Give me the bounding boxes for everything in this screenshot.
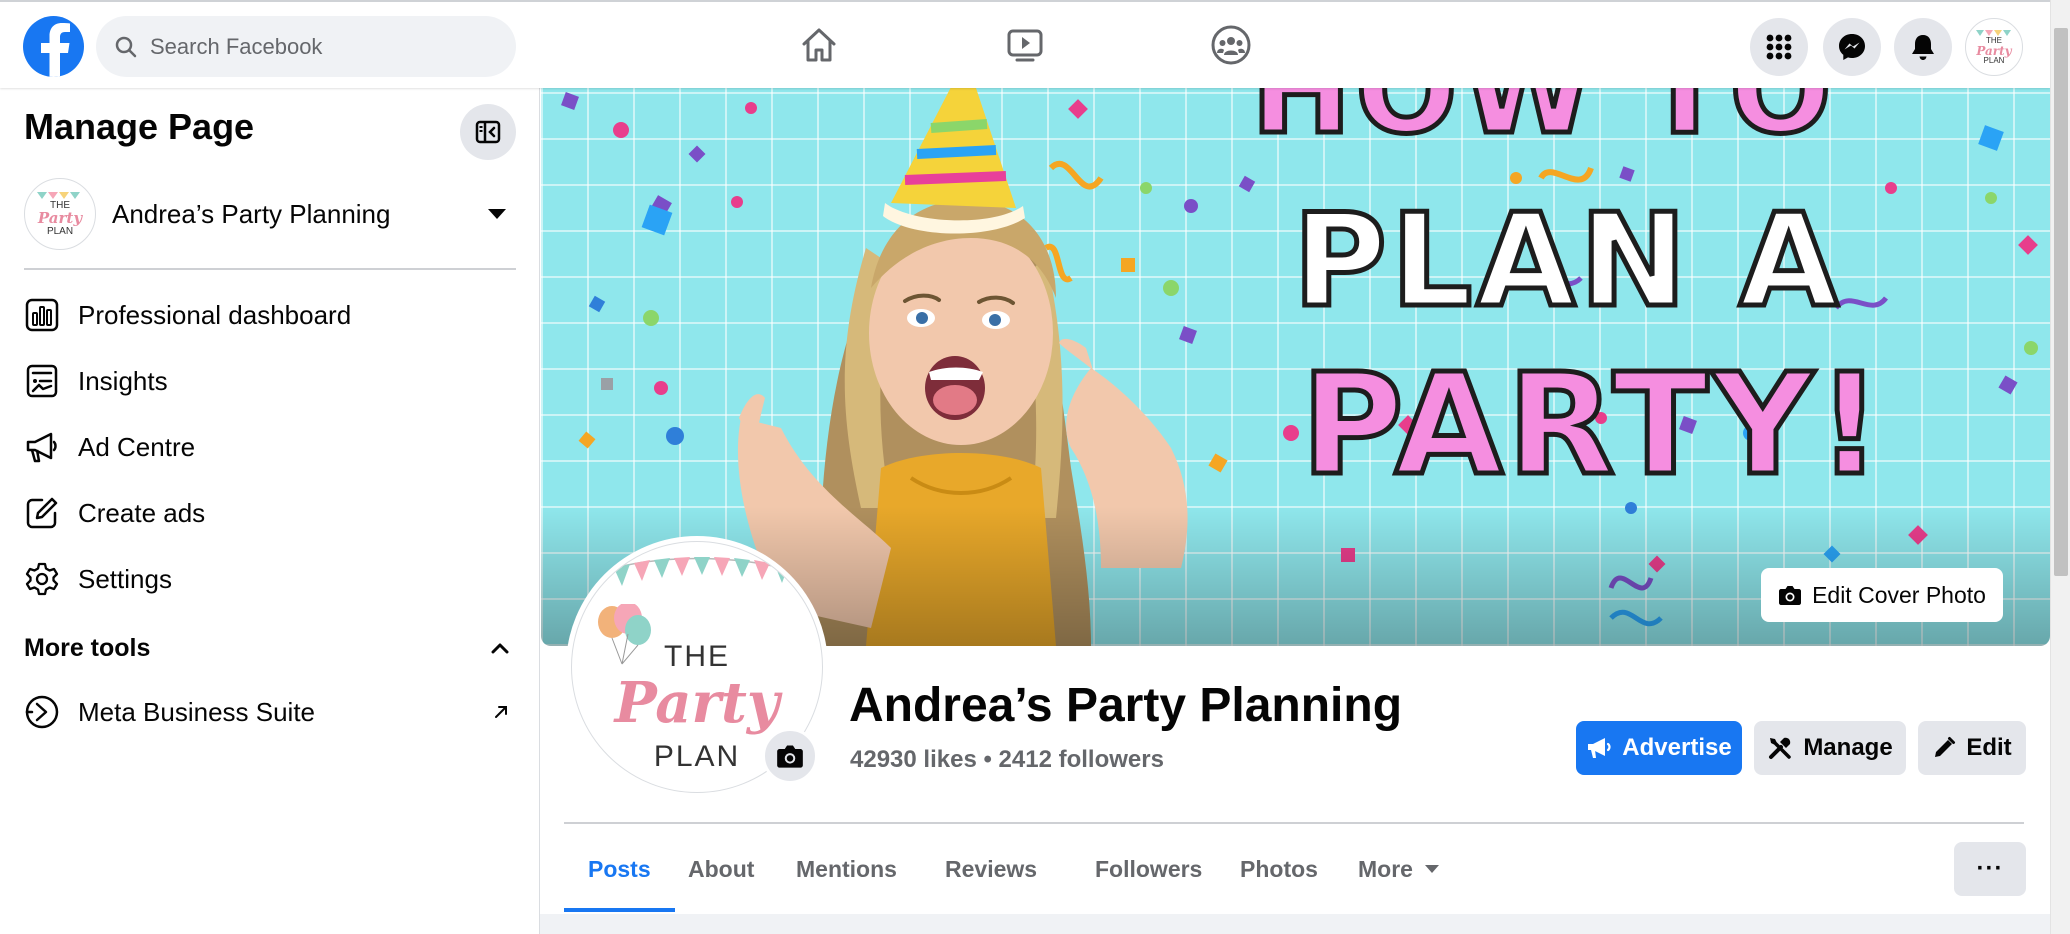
bunting-icon — [37, 192, 80, 199]
page-likes-followers: 42930 likes • 2412 followers — [850, 746, 1164, 773]
tab-followers[interactable]: Followers — [1071, 826, 1226, 912]
sidebar-item-label: Professional dashboard — [78, 299, 352, 330]
page-avatar: THE Party PLAN — [24, 178, 96, 250]
dropdown-caret-icon — [488, 209, 506, 219]
sidebar-title: Manage Page — [24, 106, 255, 147]
tab-label: Posts — [588, 855, 651, 882]
sidebar-item-insights[interactable]: Insights — [24, 353, 516, 409]
edit-button[interactable]: Edit — [1918, 721, 2026, 775]
messenger-button[interactable] — [1823, 18, 1881, 76]
search-input[interactable] — [150, 33, 480, 60]
sidebar-item-meta-business-suite[interactable]: Meta Business Suite — [24, 684, 516, 740]
home-icon — [802, 28, 836, 62]
profile-logo-the: THE — [664, 640, 730, 673]
page-title: Andrea’s Party Planning — [849, 679, 1403, 732]
sidebar-item-professional-dashboard[interactable]: Professional dashboard — [24, 287, 516, 343]
sidebar-item-label: Settings — [78, 563, 172, 594]
more-options-button[interactable]: ··· — [1954, 842, 2026, 896]
page-switcher[interactable]: THE Party PLAN Andrea’s Party Planning — [24, 172, 516, 256]
tab-label: Followers — [1095, 855, 1203, 882]
megaphone-icon — [1588, 738, 1611, 758]
sidebar-item-label: Insights — [78, 365, 168, 396]
menu-button[interactable] — [1750, 18, 1808, 76]
facebook-logo[interactable] — [23, 16, 84, 77]
dashboard-icon — [24, 297, 60, 333]
page-header-card: HOW TO PLAN A PARTY! Edit Cover Photo TH… — [540, 88, 2050, 914]
create-ads-icon — [24, 495, 60, 531]
edit-cover-photo-button[interactable]: Edit Cover Photo — [1761, 568, 2003, 622]
tools-icon — [1769, 737, 1792, 759]
more-options-label: ··· — [1976, 855, 2004, 882]
bunting-icon — [601, 557, 795, 586]
sidebar-item-settings[interactable]: Settings — [24, 551, 516, 607]
gear-icon — [24, 561, 60, 597]
more-tools-label: More tools — [24, 633, 151, 662]
meta-business-suite-icon — [24, 694, 60, 730]
cover-headline-line1: HOW TO — [1248, 88, 1836, 161]
page-switcher-name: Andrea’s Party Planning — [112, 198, 391, 229]
manage-page-sidebar: Manage Page THE Party PLAN Andrea’s Part… — [0, 88, 540, 934]
manage-button[interactable]: Manage — [1754, 721, 1906, 775]
advertise-button[interactable]: Advertise — [1576, 721, 1742, 775]
collapse-sidebar-button[interactable] — [460, 104, 516, 160]
avatar-text-plan: PLAN — [1983, 56, 2005, 65]
notifications-button[interactable] — [1894, 18, 1952, 76]
avatar-text-party: Party — [37, 209, 83, 227]
tab-label: More — [1358, 855, 1413, 882]
tab-photos[interactable]: Photos — [1216, 826, 1342, 912]
sidebar-divider — [24, 268, 516, 270]
avatar-text-plan: PLAN — [46, 226, 74, 237]
external-link-icon — [495, 706, 507, 718]
edit-cover-photo-label: Edit Cover Photo — [1812, 581, 1986, 608]
manage-label: Manage — [1803, 734, 1893, 761]
tab-about[interactable]: About — [664, 826, 778, 912]
cover-headline-line2: PLAN A — [1290, 187, 1843, 336]
profile-logo-party: Party — [614, 670, 780, 736]
megaphone-icon — [24, 429, 60, 465]
tabs-divider — [564, 822, 2024, 824]
pencil-icon — [1935, 737, 1956, 757]
groups-nav-button[interactable] — [1208, 22, 1254, 68]
chevron-up-icon — [491, 643, 509, 654]
tab-label: Reviews — [945, 855, 1038, 882]
messenger-icon — [1839, 34, 1865, 60]
video-icon — [1007, 29, 1043, 62]
search-bar[interactable] — [96, 16, 516, 77]
camera-icon — [1779, 586, 1802, 605]
watch-nav-button[interactable] — [1002, 22, 1048, 68]
page-scrollbar[interactable] — [2050, 0, 2070, 934]
tab-mentions[interactable]: Mentions — [772, 826, 921, 912]
tab-label: Mentions — [796, 855, 897, 882]
home-nav-button[interactable] — [796, 22, 842, 68]
profile-avatar[interactable]: THE Party PLAN — [1965, 18, 2023, 76]
tab-reviews[interactable]: Reviews — [921, 826, 1061, 912]
advertise-label: Advertise — [1622, 734, 1732, 761]
more-tools-header[interactable]: More tools — [24, 626, 516, 670]
camera-icon — [777, 745, 803, 768]
menu-grid-icon — [1766, 34, 1792, 60]
tab-label: Photos — [1240, 855, 1318, 882]
search-icon — [115, 36, 137, 57]
notifications-icon — [1912, 35, 1934, 60]
sidebar-item-label: Meta Business Suite — [78, 696, 316, 727]
cover-headline-line3: PARTY! — [1298, 344, 1886, 507]
tab-label: About — [688, 855, 755, 882]
tab-more[interactable]: More — [1334, 826, 1463, 912]
groups-icon — [1211, 25, 1251, 65]
tab-posts[interactable]: Posts — [564, 826, 675, 912]
update-profile-picture-button[interactable] — [762, 728, 818, 784]
sidebar-toggle-icon — [475, 120, 501, 144]
sidebar-item-label: Ad Centre — [78, 431, 196, 462]
sidebar-item-ad-centre[interactable]: Ad Centre — [24, 419, 516, 475]
page-main-area: HOW TO PLAN A PARTY! Edit Cover Photo TH… — [540, 88, 2050, 934]
facebook-f-icon — [40, 23, 70, 77]
sidebar-item-create-ads[interactable]: Create ads — [24, 485, 516, 541]
top-navigation-bar: THE Party PLAN — [0, 0, 2050, 88]
scrollbar-thumb[interactable] — [2054, 28, 2068, 576]
insights-icon — [24, 363, 60, 399]
edit-label: Edit — [1966, 734, 2012, 761]
sidebar-item-label: Create ads — [78, 497, 206, 528]
chevron-down-icon — [1424, 865, 1439, 873]
